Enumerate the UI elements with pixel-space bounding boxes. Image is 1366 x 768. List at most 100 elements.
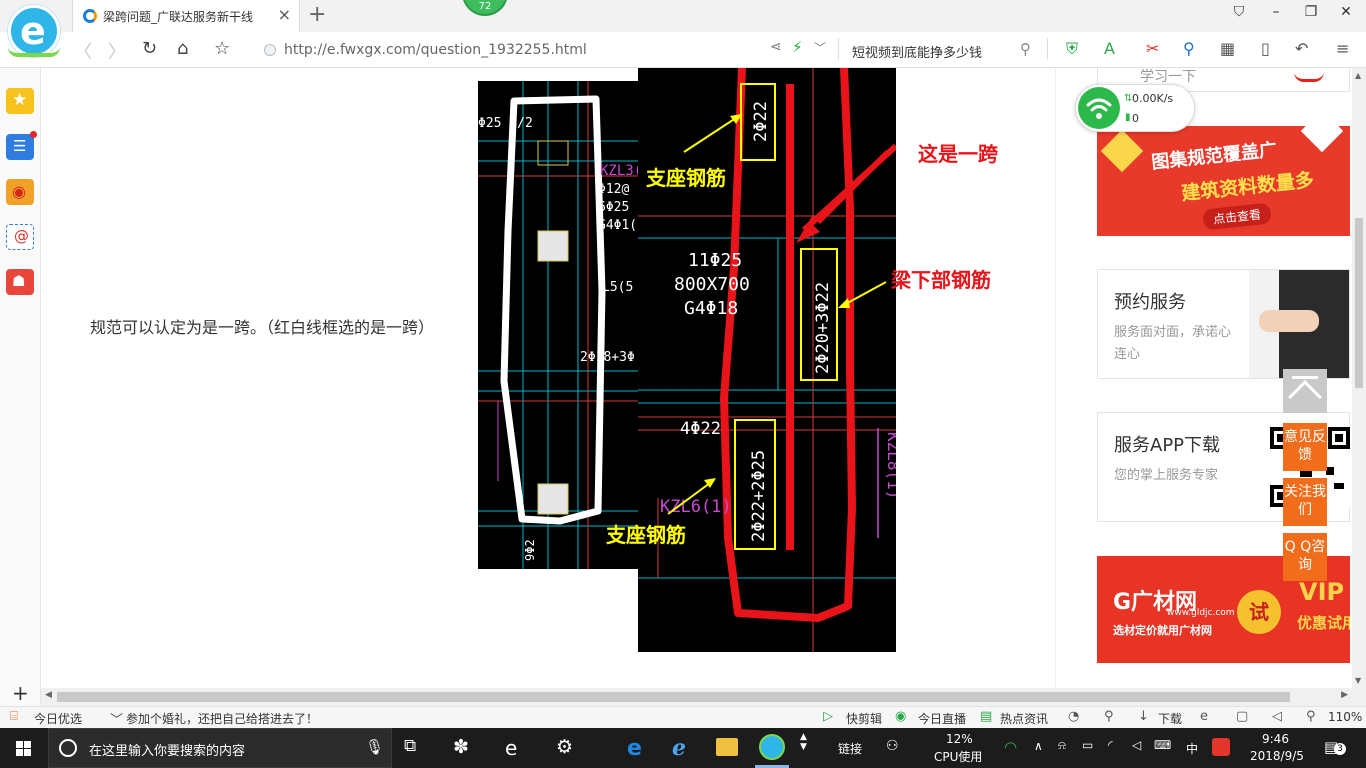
url-field[interactable]: http://e.fwxgx.com/question_1932255.html… [258,36,838,64]
mail-icon[interactable]: @ [6,224,34,250]
close-window-button[interactable]: ✕ [1334,4,1358,20]
volume-icon[interactable]: ◁ [1272,709,1282,724]
cad-left-label-7: 9Φ2 [523,539,537,561]
browser-logo-icon[interactable]: e [8,5,60,57]
scroll-right-icon[interactable]: ▶ [1341,690,1348,700]
news-icon[interactable]: ▤ [980,709,992,724]
add-sidebar-icon[interactable]: + [12,681,29,705]
minimize-button[interactable]: – [1264,4,1288,20]
horizontal-scrollbar[interactable]: ◀ ▶ [41,688,1352,706]
vertical-scrollbar[interactable]: ▲ ▼ [1352,68,1366,688]
speed-icon[interactable]: ◔ [1068,709,1079,724]
clock-date: 2018/9/5 [1250,749,1304,763]
feedback-button[interactable]: 意见反馈 [1283,423,1327,471]
vertical-scroll-thumb[interactable] [1355,218,1363,388]
scroll-corner [1352,688,1366,706]
scroll-down-icon[interactable]: ▼ [1355,676,1361,685]
search-icon[interactable]: ⚲ [1020,40,1031,58]
taskbar-search-input[interactable]: 在这里输入你要搜索的内容 🎙 [48,728,392,768]
tab-close-icon[interactable]: × [278,5,291,24]
try-badge[interactable]: 试 [1237,590,1281,634]
game-icon[interactable]: ☗ [6,269,34,295]
play-icon[interactable]: ▷ [823,709,833,724]
annotation-one-span: 这是一跨 [918,142,998,166]
pin-icon[interactable]: ⚲ [1104,709,1114,724]
site-info-icon[interactable] [264,44,276,56]
settings-app-icon[interactable]: ⚙ [556,736,582,760]
tab-active[interactable]: 梁跨问题_广联达服务新干线 × [72,0,300,32]
hot-news-link[interactable]: 热点资讯 [1000,710,1048,727]
cad-kzl6: KZL6(1) [660,497,732,517]
vip-label: VIP [1299,578,1345,606]
shield-icon[interactable]: ⛨ [1066,39,1078,59]
today-pick-link[interactable]: 今日优选 [34,710,82,727]
back-to-top-button[interactable] [1283,369,1327,414]
chevron-down-icon[interactable]: ﹀ [110,709,123,728]
translate-icon[interactable]: A [1104,39,1115,58]
network-speed-widget[interactable]: ⇅ 0.00K/s ▮ 0 [1075,84,1195,132]
card-appointment[interactable]: 预约服务 服务面对面，承诺心连心 [1097,269,1350,379]
undo-icon[interactable]: ↶ [1295,39,1308,58]
share-icon[interactable]: ⋖ [770,39,782,55]
restore-button[interactable]: ❐ [1299,4,1323,20]
live-link[interactable]: 今日直播 [918,710,966,727]
download-link[interactable]: 下载 [1158,710,1182,727]
qq-consult-button[interactable]: Q Q咨询 [1283,533,1327,581]
edge-browser-icon[interactable]: e [627,736,653,761]
divider [838,38,839,60]
cad-kzl8: KZL8(1) [884,432,896,499]
download-icon[interactable]: ↓ [1138,709,1149,724]
horizontal-scroll-thumb[interactable] [57,692,1290,702]
windows-start-icon[interactable] [0,728,48,768]
zoom-icon[interactable]: ⚲ [1306,709,1316,724]
annotation-beam-bottom: 梁下部钢筋 [891,268,991,292]
search-text[interactable]: 短视频到底能挣多少钱 [852,42,982,61]
ie-icon[interactable]: e [1200,709,1208,724]
news-ticker-link[interactable]: 参加个婚礼，还把自己给搭进去了！ [126,710,318,727]
cpu-monitor[interactable]: 12% CPU使用 [932,728,988,768]
360-browser-icon[interactable] [759,734,785,760]
microphone-icon[interactable]: 🎙 [365,738,384,756]
reading-list-icon[interactable]: ☰ [6,131,37,160]
task-view-icon[interactable]: ⧉ [404,736,430,760]
scroll-left-icon[interactable]: ◀ [45,690,52,700]
clock[interactable]: 9:46 2018/9/5 [1244,728,1314,768]
sogou-ime-icon[interactable] [1212,738,1230,756]
arrow-up-icon [1288,380,1322,414]
phone-icon[interactable]: ▯ [1261,39,1270,58]
scissors-icon[interactable]: ✂ [1146,39,1159,58]
home-icon[interactable]: ⌂ [177,38,188,59]
speed-mode-icon[interactable]: ⚡ [792,38,803,56]
quick-edit-link[interactable]: 快剪辑 [846,710,882,727]
search-input[interactable]: 短视频到底能挣多少钱 ⚲ [852,36,1037,64]
live-icon[interactable]: ◉ [895,709,906,724]
forward-icon[interactable]: 〉 [108,38,126,64]
favorite-star-icon[interactable]: ☆ [214,38,230,59]
menu-icon[interactable]: ≡ [1336,39,1349,58]
edge-icon[interactable]: e [505,736,531,760]
cpu-label: CPU使用 [934,750,983,764]
favorites-star-icon[interactable]: ★ [6,88,34,114]
refresh-icon[interactable]: ↻ [142,38,157,59]
apps-grid-icon[interactable]: ▦ [1220,39,1235,58]
window-icon[interactable]: ▢ [1236,709,1248,724]
follow-us-button[interactable]: 关注我们 [1283,478,1327,526]
speed-badge[interactable]: 72 [462,0,508,16]
gift-icon[interactable]: ⌸ [10,709,18,724]
fan-app-icon[interactable]: ✽ [453,736,479,760]
zoom-level[interactable]: 110% [1328,710,1362,724]
url-text[interactable]: http://e.fwxgx.com/question_1932255.html [284,42,587,58]
banner-atlas[interactable]: 图集规范覆盖广 建筑资料数量多 点击查看 [1097,126,1350,236]
new-tab-button[interactable]: + [308,2,326,27]
weibo-icon[interactable]: ◉ [6,179,34,205]
banner-atlas-cta[interactable]: 点击查看 [1202,202,1272,231]
chevron-down-icon[interactable]: ﹀ [814,39,826,56]
shirt-icon[interactable]: ⛉ [1227,4,1251,20]
tray-scroll-icon[interactable]: ▲ ▼ [800,732,807,768]
ie-browser-icon[interactable]: ℯ [672,736,698,761]
magnifier-icon[interactable]: ⚲ [1183,39,1195,58]
file-explorer-icon[interactable] [716,738,738,756]
scroll-up-icon[interactable]: ▲ [1355,71,1361,80]
cad-right-svg: 2Φ22 11Φ25 800X700 G4Φ18 2Φ20+3Φ22 4Φ22 … [638,68,896,652]
back-icon[interactable]: 〈 [74,38,92,64]
